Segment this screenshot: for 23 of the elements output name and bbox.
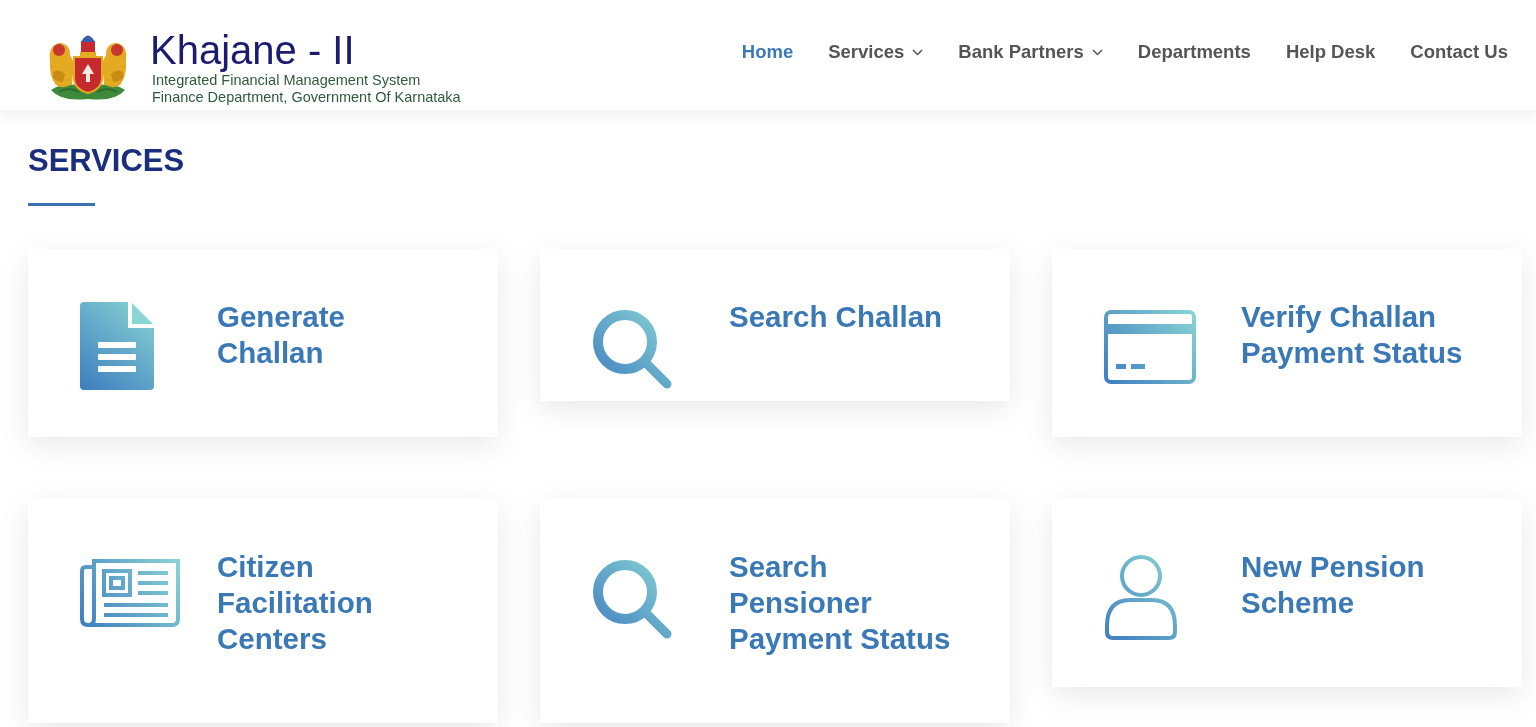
service-link[interactable]: Search Challan: [729, 299, 943, 335]
search-icon: [592, 559, 672, 639]
service-link[interactable]: Verify Challan Payment Status: [1241, 299, 1473, 371]
newspaper-icon: [80, 559, 180, 627]
person-icon: [1104, 554, 1178, 640]
credit-card-icon: [1104, 310, 1196, 384]
section-title: SERVICES: [28, 143, 185, 179]
nav-link[interactable]: Home: [741, 41, 794, 63]
nav-link[interactable]: Contact Us: [1410, 41, 1508, 63]
site-title: Khajane - II: [150, 28, 355, 72]
nav-link[interactable]: Departments: [1137, 41, 1251, 63]
search-icon: [592, 309, 672, 389]
document-icon: [80, 302, 154, 390]
service-link[interactable]: Search Pensioner Payment Status: [729, 549, 961, 657]
nav-link[interactable]: Help Desk: [1285, 41, 1376, 63]
department-name: Finance Department, Government Of Karnataka: [152, 89, 461, 106]
title-underline: [28, 203, 95, 206]
service-link[interactable]: Citizen Facilitation Centers: [217, 549, 449, 657]
service-link[interactable]: New Pension Scheme: [1241, 549, 1473, 621]
nav-link[interactable]: Bank Partners: [958, 41, 1103, 63]
service-link[interactable]: Generate Challan: [217, 299, 449, 371]
nav-link[interactable]: Services: [828, 41, 924, 63]
site-subtitle: Integrated Financial Management System: [152, 72, 421, 89]
